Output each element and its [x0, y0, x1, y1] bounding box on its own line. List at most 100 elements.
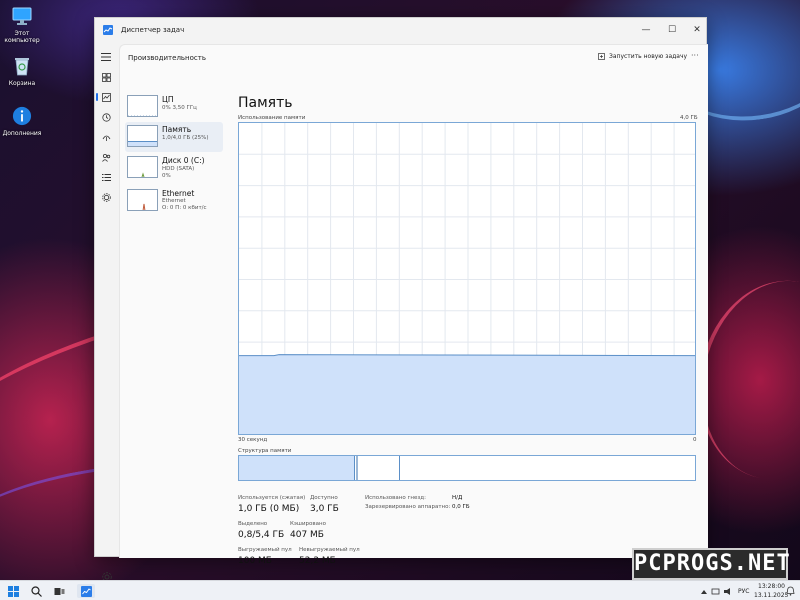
clock-time[interactable]: 13:28:00	[758, 583, 785, 590]
sidebar-item-name: Диск 0 (C:)	[162, 156, 205, 165]
navigation-rail	[95, 44, 117, 582]
run-new-task-button[interactable]: Запустить новую задачу	[598, 53, 687, 60]
desktop-icon-recycle-bin[interactable]: Корзина	[0, 56, 44, 87]
close-button[interactable]: ✕	[685, 20, 709, 40]
graph-zero-label: 0	[693, 437, 697, 443]
paged-pool-value: 100 МБ	[238, 556, 272, 566]
task-view-button[interactable]	[52, 584, 66, 598]
disk-thumbnail	[127, 156, 158, 178]
committed-value: 0,8/5,4 ГБ	[238, 530, 285, 540]
memory-structure-in-use	[239, 456, 355, 480]
memory-usage-area	[239, 354, 695, 434]
hamburger-icon	[101, 53, 111, 61]
desktop-icon-this-pc[interactable]: Этот компьютер	[0, 6, 44, 44]
notification-bell-icon[interactable]	[786, 586, 795, 596]
memory-usage-graph	[238, 122, 696, 435]
history-icon	[101, 112, 111, 122]
memory-thumbnail	[127, 125, 158, 147]
watermark-logo: PCPROGS.NET	[632, 548, 790, 580]
memory-thumbnail-fill	[128, 140, 157, 146]
sidebar-item-name: ЦП	[162, 95, 174, 104]
sidebar-item-name: Ethernet	[162, 189, 195, 198]
monitor-icon	[12, 7, 32, 25]
performance-icon	[101, 92, 111, 102]
desktop-icon-label: Корзина	[8, 80, 36, 87]
nav-app-history[interactable]	[99, 110, 113, 124]
details-icon	[101, 173, 111, 181]
search-icon	[30, 585, 42, 597]
recycle-bin-icon	[15, 58, 29, 76]
sidebar-item-cpu[interactable]: ЦП 0% 3,50 ГГц	[125, 92, 223, 122]
memory-title: Память	[238, 95, 293, 111]
processes-icon	[101, 72, 111, 82]
committed-label: Выделено	[238, 521, 268, 527]
info-icon	[12, 106, 32, 126]
sidebar-item-detail: 1,0/4,0 ГБ (25%)	[162, 135, 209, 141]
memory-usage-label: Использование памяти	[238, 115, 306, 121]
clock-date[interactable]: 13.11.2025	[754, 592, 788, 599]
ethernet-thumbnail-graph	[142, 203, 146, 210]
slots-used-label: Использовано гнезд:	[365, 495, 426, 501]
taskbar-task-manager[interactable]	[77, 584, 95, 598]
page-title: Производительность	[128, 54, 206, 62]
nonpaged-pool-label: Невыгружаемый пул	[299, 547, 360, 553]
task-view-icon	[54, 587, 64, 595]
search-button[interactable]	[29, 584, 43, 598]
nonpaged-pool-value: 52,2 МБ	[299, 556, 336, 566]
minimize-button[interactable]: —	[634, 20, 658, 40]
performance-content: Производительность Запустить новую задач…	[119, 44, 708, 566]
nav-startup-apps[interactable]	[99, 130, 113, 144]
startup-icon	[102, 135, 110, 141]
task-manager-icon	[80, 585, 92, 597]
sidebar-item-ethernet[interactable]: Ethernet Ethernet О: 0 П: 0 кбит/с	[125, 186, 223, 216]
hardware-reserved-label: Зарезервировано аппаратно:	[365, 504, 451, 510]
desktop-icon-addons[interactable]: Дополнения	[0, 106, 44, 137]
nav-services[interactable]	[99, 190, 113, 204]
memory-structure-bar	[238, 455, 696, 481]
in-use-label: Используется (сжатая)	[238, 495, 306, 501]
chevron-up-icon[interactable]	[701, 590, 707, 594]
memory-structure-standby	[358, 456, 400, 480]
network-icon[interactable]	[711, 588, 720, 595]
task-manager-window: Диспетчер задач — ☐ ✕ Производительность…	[94, 17, 708, 582]
sidebar-item-detail: 0% 3,50 ГГц	[162, 105, 197, 111]
language-indicator[interactable]: РУС	[738, 588, 749, 595]
sidebar-item-detail: О: 0 П: 0 кбит/с	[162, 205, 207, 211]
desktop-icon-label: Этот компьютер	[4, 30, 40, 44]
disk-thumbnail-graph	[141, 172, 145, 177]
sidebar-item-detail: HDD (SATA)	[162, 166, 195, 172]
run-new-task-label: Запустить новую задачу	[609, 53, 688, 60]
cached-label: Кэшировано	[290, 521, 326, 527]
hamburger-menu-button[interactable]	[99, 50, 113, 64]
memory-max-label: 4,0 ГБ	[680, 115, 698, 121]
nav-users[interactable]	[99, 150, 113, 164]
more-options-button[interactable]: ···	[691, 51, 699, 60]
paged-pool-label: Выгружаемый пул	[238, 547, 292, 553]
sidebar-item-name: Память	[162, 125, 192, 134]
ethernet-thumbnail	[127, 189, 158, 211]
nav-processes[interactable]	[99, 70, 113, 84]
nav-performance[interactable]	[96, 90, 113, 104]
volume-icon[interactable]	[724, 588, 730, 595]
graph-time-label: 30 секунд	[238, 437, 268, 443]
title-bar[interactable]: Диспетчер задач — ☐ ✕	[95, 18, 706, 44]
cached-value: 407 МБ	[290, 530, 324, 540]
memory-structure-label: Структура памяти	[238, 448, 292, 454]
desktop-icon-label: Дополнения	[2, 130, 42, 137]
available-value: 3,0 ГБ	[310, 504, 339, 514]
cpu-thumbnail-graph	[128, 115, 157, 116]
cpu-thumbnail	[127, 95, 158, 117]
sidebar-item-disk[interactable]: Диск 0 (C:) HDD (SATA) 0%	[125, 153, 223, 183]
task-manager-icon	[103, 25, 113, 35]
in-use-value: 1,0 ГБ (0 МБ)	[238, 504, 300, 514]
settings-button[interactable]	[101, 568, 113, 582]
run-task-icon	[598, 53, 605, 60]
window-title: Диспетчер задач	[121, 26, 185, 34]
nav-details[interactable]	[99, 170, 113, 184]
memory-usage-graph-svg	[239, 123, 695, 434]
start-button[interactable]	[6, 584, 20, 598]
users-icon	[101, 153, 110, 162]
taskbar: РУС 13:28:00 13.11.2025	[0, 580, 800, 600]
maximize-button[interactable]: ☐	[660, 20, 684, 40]
sidebar-item-memory[interactable]: Память 1,0/4,0 ГБ (25%)	[125, 122, 223, 152]
